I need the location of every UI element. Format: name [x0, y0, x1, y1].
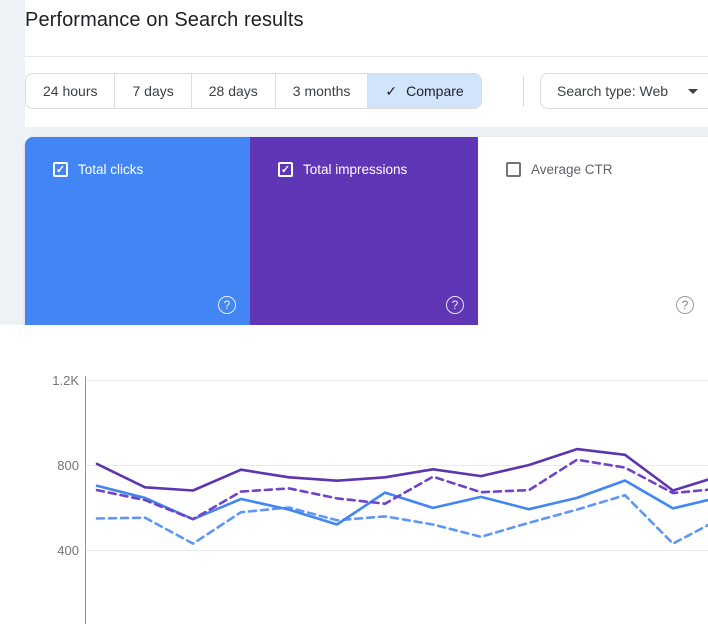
help-icon[interactable]: ? — [446, 296, 464, 314]
chip-compare-label: Compare — [406, 83, 464, 99]
chip-compare[interactable]: ✓ Compare — [368, 74, 480, 108]
chart-line-clicks-previous — [97, 495, 708, 543]
chart-svg[interactable] — [0, 330, 708, 624]
chip-7-days[interactable]: 7 days — [115, 74, 191, 108]
chip-24-hours[interactable]: 24 hours — [26, 74, 115, 108]
page-title: Performance on Search results — [25, 9, 304, 32]
date-range-chip-group: 24 hours 7 days 28 days 3 months ✓ Compa… — [25, 73, 482, 109]
checkbox-total-impressions[interactable]: ✓ — [278, 162, 293, 177]
chip-28-days[interactable]: 28 days — [192, 74, 276, 108]
card-label: Total impressions — [303, 162, 407, 177]
chip-3-months[interactable]: 3 months — [276, 74, 369, 108]
help-icon[interactable]: ? — [218, 296, 236, 314]
card-label: Average CTR — [531, 162, 613, 177]
checkmark-icon: ✓ — [385, 83, 397, 100]
card-total-clicks[interactable]: ✓ Total clicks 17.9K Last 28 days 15.6K … — [25, 137, 250, 325]
help-icon[interactable]: ? — [676, 296, 694, 314]
search-type-label: Search type: Web — [557, 83, 668, 99]
checkbox-average-ctr[interactable] — [506, 162, 521, 177]
chevron-down-icon — [688, 89, 698, 94]
card-label: Total clicks — [78, 162, 143, 177]
checkbox-total-clicks[interactable]: ✓ — [53, 162, 68, 177]
section-gap — [0, 127, 708, 137]
card-average-ctr[interactable]: Average CTR 6.7% Last 28 days 6.3% Previ… — [478, 137, 708, 325]
metric-cards-row: ✓ Total clicks 17.9K Last 28 days 15.6K … — [25, 137, 708, 325]
toolbar-divider — [523, 76, 524, 106]
search-type-dropdown[interactable]: Search type: Web — [540, 73, 708, 109]
header-divider — [25, 56, 708, 57]
card-total-impressions[interactable]: ✓ Total impressions 267K Last 28 days 24… — [250, 137, 478, 325]
